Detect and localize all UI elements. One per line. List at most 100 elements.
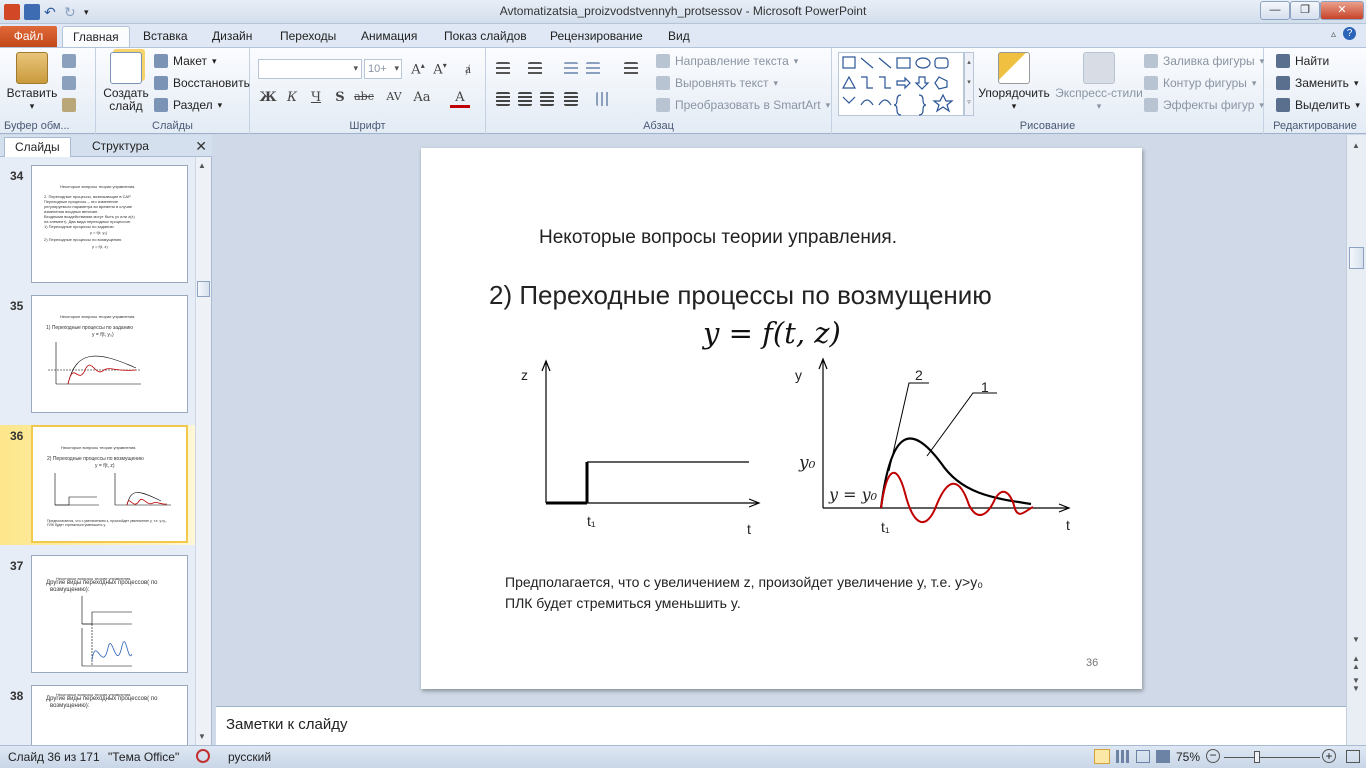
restore-button[interactable]: ❐ — [1290, 1, 1320, 20]
notes-pane[interactable]: Заметки к слайду — [216, 706, 1346, 745]
scroll-down-icon[interactable]: ▼ — [1352, 635, 1360, 644]
spellcheck-icon[interactable] — [196, 749, 210, 763]
underline-button[interactable]: Ч — [306, 90, 326, 105]
font-name-combo[interactable]: ▾ — [258, 59, 362, 79]
slideshow-icon[interactable] — [1156, 750, 1170, 763]
reset-button[interactable]: Восстановить — [154, 76, 250, 90]
strikethrough-button[interactable]: abc — [352, 90, 376, 103]
tab-review[interactable]: Рецензирование — [540, 26, 653, 47]
reset-label: Восстановить — [173, 76, 250, 90]
bullets-icon[interactable] — [496, 62, 510, 76]
grow-font-icon[interactable]: A▴ — [408, 61, 428, 77]
select-button[interactable]: Выделить ▾ — [1276, 98, 1360, 112]
align-left-icon[interactable] — [496, 92, 510, 106]
tab-slideshow[interactable]: Показ слайдов — [434, 26, 537, 47]
line-spacing-icon[interactable] — [624, 62, 638, 76]
ribbon-minimize-icon[interactable]: ▵ — [1331, 29, 1336, 40]
quick-styles-button[interactable]: Экспресс-стили ▾ — [1054, 52, 1144, 113]
cut-icon[interactable] — [62, 54, 76, 68]
scroll-thumb[interactable] — [197, 281, 210, 297]
tab-animation[interactable]: Анимация — [351, 26, 427, 47]
slide-thumbnail-34[interactable]: 34 Некоторые вопросы теории управления. … — [0, 165, 196, 287]
find-button[interactable]: Найти — [1276, 54, 1329, 68]
clipboard-group: Вставить ▾ Буфер обм... — [0, 48, 96, 134]
scroll-down-icon[interactable]: ▼ — [198, 732, 206, 741]
fit-to-window-icon[interactable] — [1346, 750, 1360, 763]
editing-label: Редактирование — [1273, 120, 1357, 132]
zoom-slider-track[interactable] — [1224, 757, 1320, 758]
smartart-button[interactable]: Преобразовать в SmartArt ▾ — [656, 98, 830, 112]
next-slide-icon[interactable]: ▼ ▼ — [1352, 677, 1360, 693]
shrink-font-icon[interactable]: A▾ — [430, 61, 450, 77]
tab-view[interactable]: Вид — [658, 26, 700, 47]
panel-close-icon[interactable]: ✕ — [195, 138, 207, 155]
copy-icon[interactable] — [62, 76, 76, 90]
zoom-slider-handle[interactable] — [1254, 751, 1260, 763]
zoom-in-icon[interactable]: + — [1322, 749, 1336, 763]
shape-effects-button[interactable]: Эффекты фигур ▾ — [1144, 98, 1264, 112]
slide-thumbnail-37[interactable]: 37 Некоторые вопросы теории управления. … — [0, 555, 196, 677]
slide-scrollbar[interactable]: ▲ ▼ ▲ ▲ ▼ ▼ — [1346, 135, 1366, 745]
replace-button[interactable]: Заменить ▾ — [1276, 76, 1358, 90]
thumbnails-scrollbar[interactable]: ▲ ▼ — [195, 157, 211, 745]
columns-icon[interactable] — [596, 92, 610, 106]
scroll-thumb[interactable] — [1349, 247, 1364, 269]
shapes-gallery[interactable] — [838, 52, 964, 116]
increase-indent-icon[interactable] — [586, 62, 600, 76]
theme-name[interactable]: "Тема Office" — [108, 750, 179, 764]
font-size-combo[interactable]: 10+ ▾ — [364, 59, 402, 79]
scroll-up-icon[interactable]: ▲ — [1352, 141, 1360, 150]
minimize-button[interactable]: — — [1260, 1, 1290, 20]
layout-button[interactable]: Макет ▾ — [154, 54, 217, 68]
slide-thumbnail-36[interactable]: 36 Некоторые вопросы теории управления. … — [0, 425, 196, 545]
normal-view-icon[interactable] — [1094, 749, 1110, 764]
tab-insert[interactable]: Вставка — [133, 26, 198, 47]
change-case-button[interactable]: Aa — [410, 90, 434, 105]
slide-thumbnail-38[interactable]: 38 Некоторые вопросы теории управления. … — [0, 685, 196, 745]
current-slide[interactable]: Некоторые вопросы теории управления. 2) … — [421, 148, 1142, 689]
zoom-level[interactable]: 75% — [1176, 750, 1200, 764]
clear-format-icon[interactable]: ⱥ — [458, 61, 478, 77]
zoom-out-icon[interactable]: − — [1206, 749, 1220, 763]
slide-number: 38 — [10, 689, 24, 703]
slide-sorter-icon[interactable] — [1116, 750, 1130, 763]
shape-fill-button[interactable]: Заливка фигуры ▾ — [1144, 54, 1264, 68]
tab-design[interactable]: Дизайн — [202, 26, 262, 47]
text-direction-button[interactable]: Направление текста ▾ — [656, 54, 798, 68]
font-color-button[interactable]: A — [450, 90, 470, 108]
tab-slides[interactable]: Слайды — [4, 137, 71, 157]
shapes-gallery-icons — [841, 56, 954, 116]
section-button[interactable]: Раздел ▾ — [154, 98, 222, 112]
justify-icon[interactable] — [564, 92, 578, 106]
close-button[interactable]: ✕ — [1320, 1, 1364, 20]
editing-group: Найти Заменить ▾ Выделить ▾ Редактирование — [1264, 48, 1366, 134]
shadow-button[interactable]: S — [330, 90, 350, 105]
char-spacing-button[interactable]: AV — [382, 90, 406, 103]
format-painter-icon[interactable] — [62, 98, 76, 112]
shapes-gallery-scroll[interactable]: ▴ ▾ ▿ — [964, 52, 974, 116]
tab-transitions[interactable]: Переходы — [270, 26, 346, 47]
numbering-icon[interactable] — [528, 62, 542, 76]
new-slide-button[interactable]: Создать слайд — [100, 52, 152, 113]
language[interactable]: русский — [228, 750, 271, 764]
slide-thumbnail-35[interactable]: 35 Некоторые вопросы теории управления. … — [0, 295, 196, 417]
paste-button[interactable]: Вставить ▾ — [6, 52, 58, 113]
paragraph-group: Направление текста ▾ Выровнять текст ▾ Пре… — [486, 48, 832, 134]
bold-button[interactable]: Ж — [258, 90, 278, 105]
decrease-indent-icon[interactable] — [564, 62, 578, 76]
align-center-icon[interactable] — [518, 92, 532, 106]
previous-slide-icon[interactable]: ▲ ▲ — [1352, 655, 1360, 671]
help-icon[interactable]: ? — [1343, 27, 1356, 40]
reading-view-icon[interactable] — [1136, 750, 1150, 763]
arrange-button[interactable]: Упорядочить ▾ — [976, 52, 1052, 113]
align-right-icon[interactable] — [540, 92, 554, 106]
tab-home[interactable]: Главная — [62, 26, 130, 47]
tab-file[interactable]: Файл — [0, 26, 57, 47]
align-text-button[interactable]: Выровнять текст ▾ — [656, 76, 778, 90]
shape-outline-button[interactable]: Контур фигуры ▾ — [1144, 76, 1256, 90]
left-t1-label: t₁ — [587, 513, 596, 529]
italic-button[interactable]: К — [282, 90, 302, 105]
thumb-line: возмущению): — [50, 703, 90, 709]
scroll-up-icon[interactable]: ▲ — [198, 161, 206, 170]
tab-outline[interactable]: Структура — [82, 137, 159, 157]
